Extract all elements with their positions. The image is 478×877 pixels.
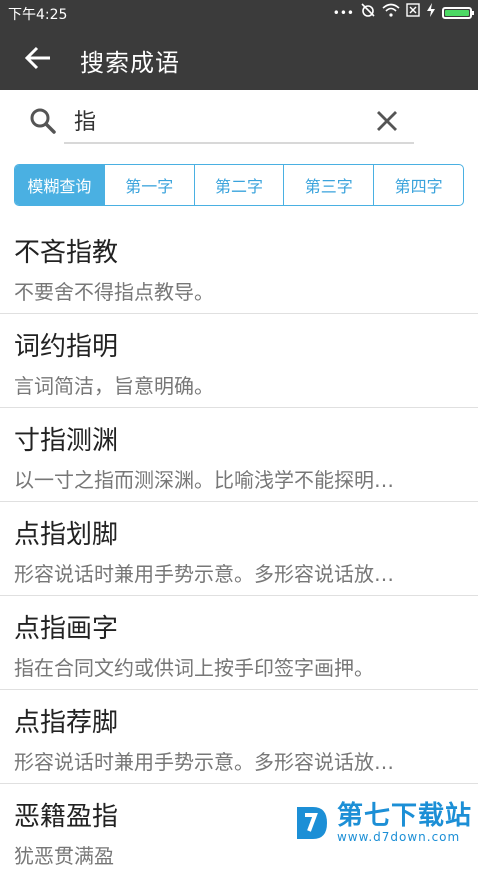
filter-second-char[interactable]: 第二字 bbox=[193, 165, 284, 205]
filter-fuzzy[interactable]: 模糊查询 bbox=[15, 165, 104, 205]
sim-icon bbox=[406, 3, 420, 23]
back-button[interactable] bbox=[20, 42, 56, 74]
dots-icon: ••• bbox=[332, 6, 354, 20]
search-input[interactable] bbox=[70, 102, 388, 138]
idiom-desc: 指在合同文约或供词上按手印签字画押。 bbox=[14, 656, 374, 680]
idiom-title: 不吝指教 bbox=[14, 238, 119, 268]
idiom-desc: 形容说话时兼用手势示意。多形容说话放… bbox=[14, 562, 394, 586]
idiom-title: 寸指测渊 bbox=[14, 426, 119, 456]
idiom-title: 恶籍盈指 bbox=[14, 802, 119, 832]
battery-level bbox=[445, 10, 469, 16]
close-icon[interactable] bbox=[372, 106, 402, 136]
list-item[interactable]: 词约指明 言词简洁，旨意明确。 bbox=[0, 314, 478, 408]
idiom-desc: 形容说话时兼用手势示意。多形容说话放… bbox=[14, 750, 394, 774]
filter-third-char[interactable]: 第三字 bbox=[283, 165, 373, 205]
status-bar: 下午4:25 ••• bbox=[0, 0, 478, 26]
charging-icon bbox=[426, 3, 436, 23]
idiom-desc: 犹恶贯满盈 bbox=[14, 844, 114, 868]
arrow-left-icon bbox=[24, 46, 50, 70]
idiom-desc: 言词简洁，旨意明确。 bbox=[14, 374, 214, 398]
status-icons: ••• bbox=[332, 2, 474, 24]
watermark-title: 第七下载站 bbox=[336, 801, 472, 831]
watermark: 第七下载站 www.d7down.com bbox=[291, 802, 472, 844]
result-list: 不吝指教 不要舍不得指点教导。 词约指明 言词简洁，旨意明确。 寸指测渊 以一寸… bbox=[0, 220, 478, 877]
status-time: 下午4:25 bbox=[8, 7, 68, 23]
list-item[interactable]: 点指划脚 形容说话时兼用手势示意。多形容说话放… bbox=[0, 502, 478, 596]
search-underline bbox=[64, 142, 414, 144]
idiom-desc: 以一寸之指而测深渊。比喻浅学不能探明… bbox=[14, 468, 394, 492]
app-bar: 搜索成语 bbox=[0, 26, 478, 90]
filter-first-char[interactable]: 第一字 bbox=[103, 165, 194, 205]
watermark-url: www.d7down.com bbox=[336, 830, 461, 844]
battery-icon bbox=[442, 7, 474, 19]
idiom-desc: 不要舍不得指点教导。 bbox=[14, 280, 214, 304]
filter-fourth-char[interactable]: 第四字 bbox=[373, 165, 463, 205]
list-item[interactable]: 点指画字 指在合同文约或供词上按手印签字画押。 bbox=[0, 596, 478, 690]
filter-segmented-control: 模糊查询 第一字 第二字 第三字 第四字 bbox=[14, 164, 464, 206]
list-item[interactable]: 点指荐脚 形容说话时兼用手势示意。多形容说话放… bbox=[0, 690, 478, 784]
list-item[interactable]: 寸指测渊 以一寸之指而测深渊。比喻浅学不能探明… bbox=[0, 408, 478, 502]
page-title: 搜索成语 bbox=[80, 49, 180, 77]
search-bar bbox=[0, 90, 478, 152]
list-item[interactable]: 不吝指教 不要舍不得指点教导。 bbox=[0, 220, 478, 314]
search-icon bbox=[30, 108, 56, 134]
alarm-off-icon bbox=[360, 2, 376, 24]
idiom-title: 点指画字 bbox=[14, 614, 119, 644]
idiom-title: 点指划脚 bbox=[14, 520, 119, 550]
d7-logo-icon bbox=[296, 807, 327, 839]
idiom-title: 点指荐脚 bbox=[14, 708, 119, 738]
wifi-icon bbox=[382, 3, 400, 23]
idiom-title: 词约指明 bbox=[14, 332, 119, 362]
